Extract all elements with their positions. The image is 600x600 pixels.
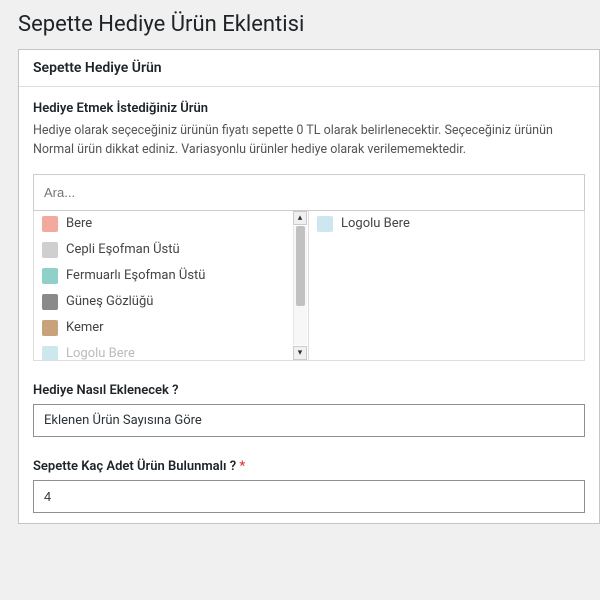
settings-panel: Sepette Hediye Ürün Hediye Etmek İstediğ… (18, 49, 600, 524)
available-list: ▴ ▾ Bere Cepli Eşofman Üstü Fermuarlı Eşof… (34, 211, 309, 360)
page-title: Sepette Hediye Ürün Eklentisi (0, 0, 600, 49)
search-input[interactable] (33, 174, 585, 211)
product-thumb-icon (42, 216, 58, 232)
list-item[interactable]: Güneş Gözlüğü (34, 289, 292, 315)
scroll-down-icon[interactable]: ▾ (293, 346, 307, 360)
scrollbar-track[interactable] (293, 226, 307, 345)
product-thumb-icon (42, 346, 58, 360)
product-thumb-icon (317, 216, 333, 232)
product-thumb-icon (42, 268, 58, 284)
list-item[interactable]: Logolu Bere (309, 211, 584, 237)
list-item[interactable]: Fermuarlı Eşofman Üstü (34, 263, 292, 289)
scrollbar-thumb[interactable] (296, 226, 305, 306)
panel-body: Hediye Etmek İstediğiniz Ürün Hediye ola… (19, 87, 599, 523)
quantity-label-text: Sepette Kaç Adet Ürün Bulunmalı ? (33, 459, 236, 474)
list-item[interactable]: Cepli Eşofman Üstü (34, 237, 292, 263)
product-thumb-icon (42, 242, 58, 258)
product-thumb-icon (42, 320, 58, 336)
product-label: Kemer (66, 320, 104, 335)
product-thumb-icon (42, 294, 58, 310)
product-label: Güneş Gözlüğü (66, 294, 153, 309)
how-added-select[interactable]: Eklenen Ürün Sayısına Göre (33, 404, 585, 437)
scroll-up-icon[interactable]: ▴ (293, 211, 307, 225)
product-label: Fermuarlı Eşofman Üstü (66, 268, 205, 283)
quantity-label: Sepette Kaç Adet Ürün Bulunmalı ? * (33, 459, 585, 474)
quantity-field: Sepette Kaç Adet Ürün Bulunmalı ? * (33, 459, 585, 513)
product-label: Cepli Eşofman Üstü (66, 242, 180, 257)
panel-header[interactable]: Sepette Hediye Ürün (19, 50, 599, 87)
required-asterisk: * (239, 459, 245, 474)
quantity-input[interactable] (33, 480, 585, 513)
panel-title: Sepette Hediye Ürün (33, 60, 162, 76)
list-item[interactable]: Bere (34, 211, 292, 237)
product-dual-list: ▴ ▾ Bere Cepli Eşofman Üstü Fermuarlı Eşof… (33, 211, 585, 361)
gift-product-description: Hediye olarak seçeceğiniz ürünün fiyatı … (33, 122, 585, 160)
product-label: Logolu Bere (66, 346, 135, 360)
selected-list: Logolu Bere (309, 211, 584, 360)
gift-product-label: Hediye Etmek İstediğiniz Ürün (33, 101, 585, 116)
product-label: Bere (66, 216, 92, 231)
how-added-field: Hediye Nasıl Eklenecek ? Eklenen Ürün Sa… (33, 383, 585, 437)
list-item[interactable]: Kemer (34, 315, 292, 341)
product-label: Logolu Bere (341, 216, 410, 231)
how-added-label: Hediye Nasıl Eklenecek ? (33, 383, 585, 398)
list-item[interactable]: Logolu Bere (34, 341, 292, 360)
